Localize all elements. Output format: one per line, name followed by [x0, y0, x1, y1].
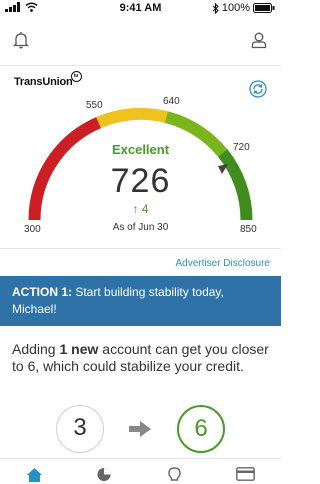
status-right: 100%: [212, 2, 275, 14]
score-rating: Excellent: [111, 142, 170, 157]
tick-640: 640: [163, 96, 180, 107]
advice-text-highlight: 1 new: [59, 341, 99, 357]
brand-name: TransUnion: [14, 76, 73, 88]
current-accounts-circle: 3: [56, 405, 104, 453]
battery-icon: [253, 3, 275, 13]
tab-bar: [0, 458, 281, 484]
action-title: ACTION 1:: [12, 285, 72, 299]
gauge-segment-fair: [96, 107, 168, 129]
user-icon[interactable]: [251, 31, 267, 49]
score-change-value: 4: [141, 202, 149, 216]
bell-icon[interactable]: [13, 31, 29, 49]
transunion-logo: TransUniontu: [14, 71, 82, 88]
advice-text: Adding 1 new account can get you closer …: [12, 341, 272, 375]
credit-score: 726: [110, 162, 171, 200]
up-arrow-icon: ↑: [132, 202, 139, 216]
advice-text-part1: Adding: [12, 341, 60, 357]
advertiser-disclosure-link[interactable]: Advertiser Disclosure: [176, 258, 270, 269]
bluetooth-icon: [212, 2, 219, 14]
tick-550: 550: [86, 100, 103, 111]
arrow-right-icon: [129, 421, 151, 437]
app-header: [0, 16, 281, 66]
lightbulb-icon[interactable]: [168, 467, 181, 483]
brand-mark: tu: [70, 71, 82, 82]
battery-percent: 100%: [221, 2, 250, 14]
score-change: ↑ 4: [0, 202, 281, 216]
target-accounts-circle: 6: [177, 405, 225, 453]
status-bar: 9:41 AM 100%: [0, 0, 281, 16]
divider: [0, 248, 281, 249]
credit-card-icon[interactable]: [236, 467, 255, 481]
action-banner[interactable]: ACTION 1: Start building stability today…: [0, 276, 281, 326]
pie-chart-icon[interactable]: [96, 467, 112, 482]
home-icon[interactable]: [26, 467, 43, 482]
as-of-date: As of Jun 30: [112, 222, 169, 233]
